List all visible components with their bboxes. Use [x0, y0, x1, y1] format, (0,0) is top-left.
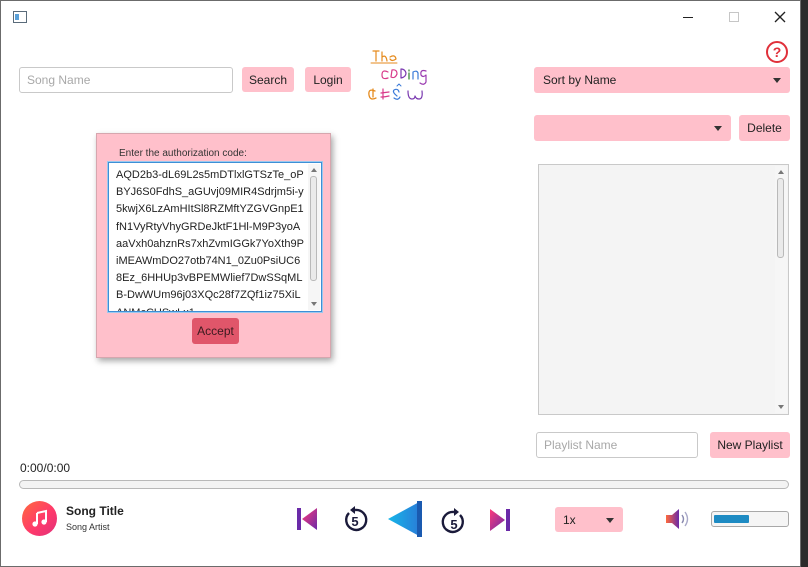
- svg-text:5: 5: [351, 514, 358, 529]
- skip-next-icon[interactable]: [488, 507, 512, 533]
- chevron-down-icon: [714, 126, 722, 131]
- scroll-down-icon[interactable]: [778, 405, 784, 409]
- search-button[interactable]: Search: [242, 67, 294, 92]
- authorization-code-text: AQD2b3-dL69L2s5mDTlxlGTSzTe_oPBYJ6S0FdhS…: [116, 169, 304, 311]
- authorization-code-textarea[interactable]: AQD2b3-dL69L2s5mDTlxlGTSzTe_oPBYJ6S0FdhS…: [108, 162, 322, 312]
- title-bar: [1, 1, 800, 33]
- sort-dropdown[interactable]: Sort by Name: [534, 67, 790, 93]
- scroll-down-icon[interactable]: [311, 302, 317, 306]
- app-window: ? Song Name Search Login Sort by Name De…: [0, 0, 801, 567]
- playlist-name-input[interactable]: Playlist Name: [536, 432, 698, 458]
- authorization-dialog: Enter the authorization code: AQD2b3-dL6…: [96, 133, 331, 358]
- help-icon[interactable]: ?: [766, 41, 788, 63]
- new-playlist-button[interactable]: New Playlist: [710, 432, 790, 458]
- volume-level: [714, 515, 749, 523]
- accept-button[interactable]: Accept: [192, 318, 239, 344]
- code-scrollbar[interactable]: [308, 164, 320, 310]
- skip-previous-icon[interactable]: [295, 506, 319, 532]
- scroll-up-icon[interactable]: [778, 170, 784, 174]
- maximize-button[interactable]: [711, 1, 757, 33]
- speed-value: 1x: [563, 512, 576, 527]
- search-input[interactable]: Song Name: [19, 67, 233, 93]
- play-reverse-icon[interactable]: [384, 498, 424, 540]
- svg-text:5: 5: [450, 517, 457, 532]
- rewind-5-icon[interactable]: 5: [341, 504, 369, 534]
- login-button[interactable]: Login: [305, 67, 351, 92]
- scroll-thumb[interactable]: [310, 176, 317, 281]
- maximize-icon: [729, 12, 739, 22]
- song-list[interactable]: [538, 164, 789, 415]
- volume-slider[interactable]: [711, 511, 789, 527]
- song-title: Song Title: [66, 504, 124, 518]
- scroll-thumb[interactable]: [777, 178, 784, 258]
- chevron-down-icon: [606, 517, 614, 523]
- delete-playlist-button[interactable]: Delete: [739, 115, 790, 141]
- time-display: 0:00/0:00: [20, 461, 71, 475]
- seek-bar[interactable]: [19, 480, 789, 489]
- sort-dropdown-value: Sort by Name: [543, 73, 617, 87]
- album-art: [22, 501, 57, 536]
- close-icon: [774, 11, 786, 23]
- speaker-icon[interactable]: [664, 507, 694, 531]
- music-note-icon: [31, 509, 47, 527]
- scroll-up-icon[interactable]: [311, 168, 317, 172]
- app-logo: [368, 50, 427, 100]
- song-list-scrollbar[interactable]: [775, 166, 787, 413]
- minimize-button[interactable]: [665, 1, 711, 33]
- close-button[interactable]: [757, 1, 803, 33]
- chevron-down-icon: [773, 78, 781, 83]
- minimize-icon: [683, 16, 693, 18]
- speed-dropdown[interactable]: 1x: [555, 507, 623, 532]
- playlist-dropdown[interactable]: [534, 115, 731, 141]
- app-icon: [13, 11, 27, 23]
- song-artist: Song Artist: [66, 522, 110, 532]
- forward-5-icon[interactable]: 5: [440, 506, 468, 536]
- authorization-label: Enter the authorization code:: [119, 148, 247, 159]
